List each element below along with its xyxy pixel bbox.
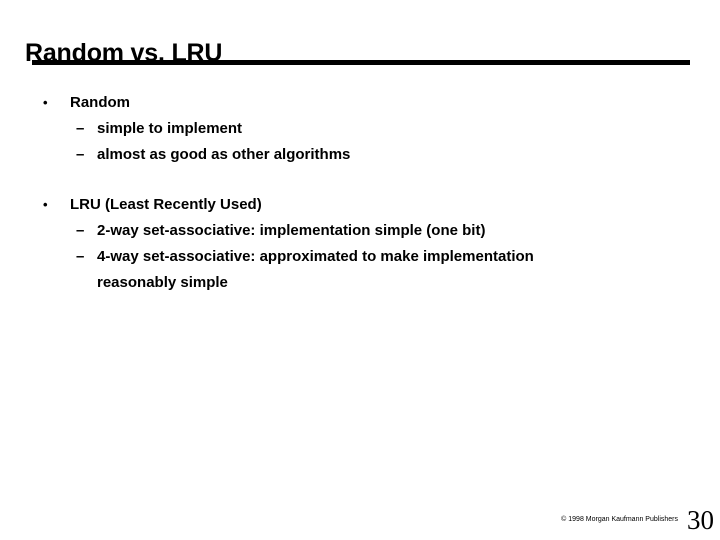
bullet-level1-label: Random: [70, 94, 130, 111]
bullet-item-level2: – almost as good as other algorithms: [0, 142, 720, 168]
bullet-group-random: • Random – simple to implement – almost …: [0, 90, 720, 168]
bullet-dash-icon: –: [76, 248, 85, 265]
bullet-item-level1: • LRU (Least Recently Used): [0, 192, 720, 218]
bullet-dash-icon: –: [76, 146, 85, 163]
bullet-level2-label: 4-way set-associative: approximated to m…: [97, 248, 534, 265]
bullet-level1-label: LRU (Least Recently Used): [70, 196, 262, 213]
title-underline-rule: [32, 60, 690, 65]
bullet-dash-icon: –: [76, 222, 85, 239]
bullet-item-level2: – 2-way set-associative: implementation …: [0, 218, 720, 244]
bullet-level2-label: almost as good as other algorithms: [97, 146, 351, 163]
slide-footer: © 1998 Morgan Kaufmann Publishers 30: [0, 494, 720, 540]
bullet-dot-icon: •: [43, 95, 48, 110]
bullet-level2-label: simple to implement: [97, 120, 243, 137]
bullet-group-lru: • LRU (Least Recently Used) – 2-way set-…: [0, 192, 720, 296]
slide-canvas: Random vs. LRU • Random – simple to impl…: [0, 0, 720, 540]
page-number: 30: [687, 505, 714, 535]
slide-body: • Random – simple to implement – almost …: [0, 90, 720, 296]
bullet-level2-label: 2-way set-associative: implementation si…: [97, 222, 486, 239]
bullet-item-level2: – 4-way set-associative: approximated to…: [0, 244, 720, 296]
bullet-dash-icon: –: [76, 120, 85, 137]
copyright-notice: © 1998 Morgan Kaufmann Publishers: [561, 516, 678, 523]
bullet-dot-icon: •: [43, 197, 48, 212]
bullet-level2-wrap-label: reasonably simple: [97, 274, 228, 291]
bullet-item-level1: • Random: [0, 90, 720, 116]
bullet-item-level2: – simple to implement: [0, 116, 720, 142]
